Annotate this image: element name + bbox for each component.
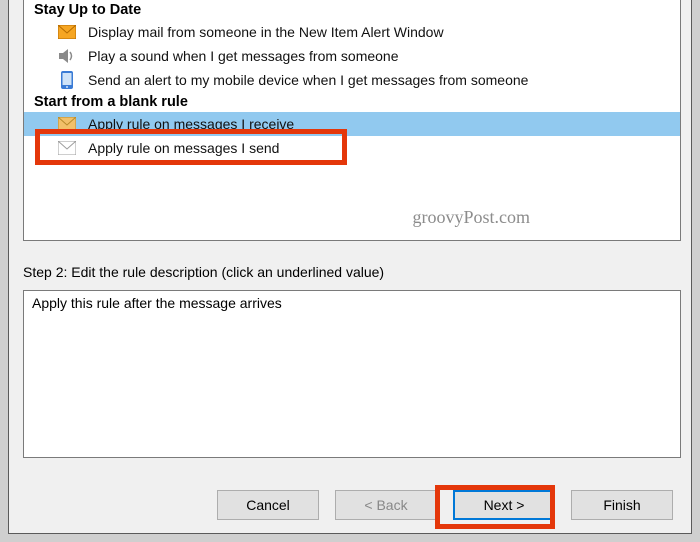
section-header-stay-up-to-date: Stay Up to Date bbox=[24, 0, 680, 20]
back-button: < Back bbox=[335, 490, 437, 520]
template-item-mobile-alert[interactable]: Send an alert to my mobile device when I… bbox=[24, 68, 680, 92]
section-header-blank-rule: Start from a blank rule bbox=[24, 92, 680, 112]
template-item-receive[interactable]: Apply rule on messages I receive bbox=[24, 112, 680, 136]
template-item-label: Display mail from someone in the New Ite… bbox=[88, 24, 444, 40]
template-item-play-sound[interactable]: Play a sound when I get messages from so… bbox=[24, 44, 680, 68]
next-button[interactable]: Next > bbox=[453, 490, 555, 520]
template-item-send[interactable]: Apply rule on messages I send bbox=[24, 136, 680, 160]
envelope-out-icon bbox=[58, 139, 76, 157]
envelope-in-icon bbox=[58, 115, 76, 133]
template-item-label: Send an alert to my mobile device when I… bbox=[88, 72, 528, 88]
rule-description-text: Apply this rule after the message arrive… bbox=[32, 295, 282, 311]
envelope-alert-icon bbox=[58, 23, 76, 41]
finish-button-label: Finish bbox=[603, 497, 640, 513]
step2-label: Step 2: Edit the rule description (click… bbox=[23, 264, 384, 280]
speaker-icon bbox=[58, 47, 76, 65]
dialog-body: Stay Up to Date Display mail from someon… bbox=[8, 0, 692, 534]
finish-button[interactable]: Finish bbox=[571, 490, 673, 520]
rule-description-box[interactable]: Apply this rule after the message arrive… bbox=[23, 290, 681, 458]
template-item-display-mail[interactable]: Display mail from someone in the New Ite… bbox=[24, 20, 680, 44]
template-item-label: Play a sound when I get messages from so… bbox=[88, 48, 399, 64]
watermark: groovyPost.com bbox=[412, 207, 530, 228]
cancel-button-label: Cancel bbox=[246, 497, 290, 513]
template-item-label: Apply rule on messages I send bbox=[88, 140, 279, 156]
back-button-label: < Back bbox=[364, 497, 407, 513]
next-button-label: Next > bbox=[484, 497, 525, 513]
template-item-label: Apply rule on messages I receive bbox=[88, 116, 294, 132]
mobile-icon bbox=[58, 71, 76, 89]
cancel-button[interactable]: Cancel bbox=[217, 490, 319, 520]
button-row: Cancel < Back Next > Finish bbox=[9, 487, 691, 523]
rule-template-list[interactable]: Stay Up to Date Display mail from someon… bbox=[23, 0, 681, 241]
